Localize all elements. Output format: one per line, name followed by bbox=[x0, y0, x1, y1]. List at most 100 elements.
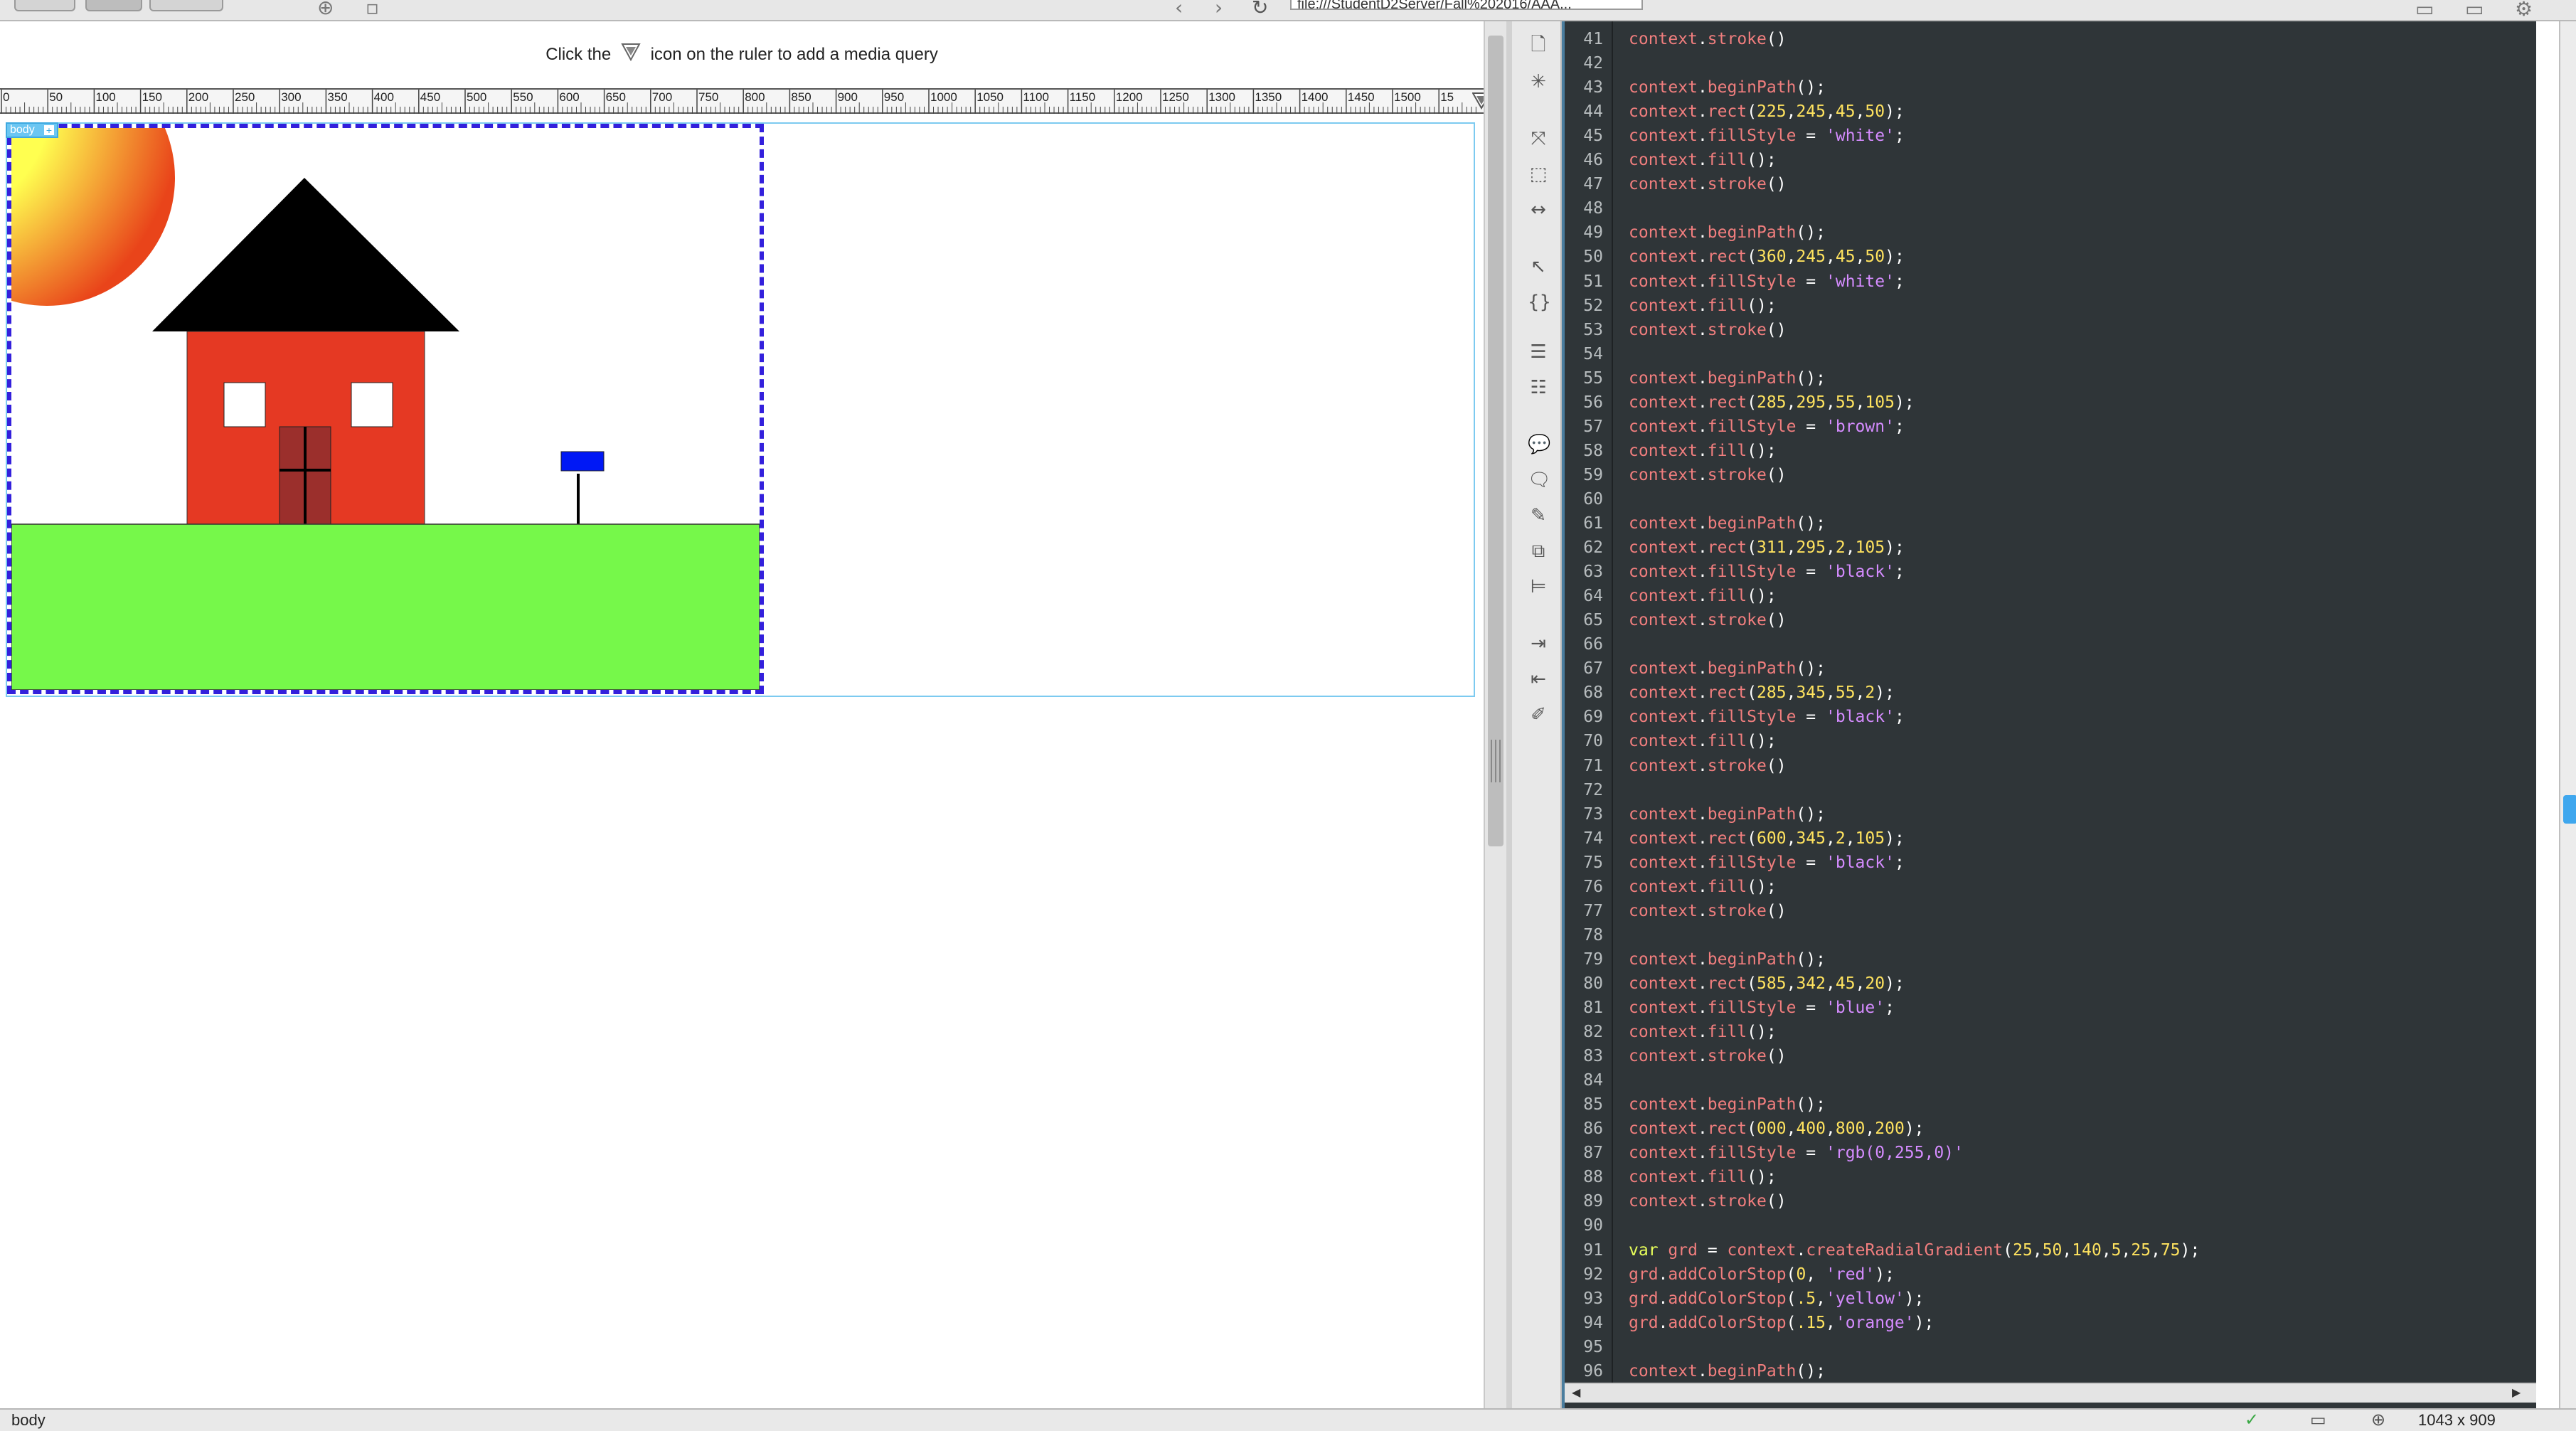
code-line[interactable]: var grd = context.createRadialGradient(2… bbox=[1629, 1241, 2200, 1260]
split-view-button[interactable] bbox=[85, 0, 142, 11]
panel-icon[interactable]: ▭ bbox=[2415, 0, 2434, 21]
inspect-icon[interactable]: ▫ bbox=[366, 0, 379, 19]
open-documents-icon[interactable]: 🗋 bbox=[1528, 34, 1549, 55]
line-number: 77 bbox=[1583, 901, 1603, 920]
code-line[interactable]: context.fillStyle = 'black'; bbox=[1629, 853, 1905, 872]
code-line[interactable]: context.fill(); bbox=[1629, 1023, 1777, 1041]
preview-globe-icon[interactable]: ⊕ bbox=[2371, 1410, 2385, 1430]
editor-horizontal-scrollbar[interactable]: ◀ ▶ bbox=[1565, 1383, 2536, 1403]
code-line[interactable]: context.fill(); bbox=[1629, 1168, 1777, 1186]
code-line[interactable]: context.fillStyle = 'black'; bbox=[1629, 708, 1905, 726]
scroll-right-arrow-icon[interactable]: ▶ bbox=[2512, 1385, 2521, 1399]
code-line[interactable]: context.stroke() bbox=[1629, 757, 1787, 775]
code-line[interactable]: context.fill(); bbox=[1629, 297, 1777, 315]
view-splitter[interactable] bbox=[1506, 21, 1512, 1408]
code-line[interactable]: grd.addColorStop(.5,'yellow'); bbox=[1629, 1289, 1925, 1308]
code-line[interactable]: context.rect(585,342,45,20); bbox=[1629, 974, 1905, 993]
code-line[interactable]: context.stroke() bbox=[1629, 902, 1787, 920]
window-size-readout[interactable]: 1043 x 909 bbox=[2418, 1411, 2496, 1430]
media-query-icon[interactable] bbox=[620, 41, 642, 63]
code-line[interactable]: context.stroke() bbox=[1629, 175, 1787, 193]
back-arrow-icon[interactable]: ‹ bbox=[1175, 0, 1183, 19]
code-line[interactable]: context.rect(225,245,45,50); bbox=[1629, 102, 1905, 121]
design-scroll-thumb[interactable] bbox=[1488, 36, 1503, 846]
wrap-tag-icon[interactable]: ✎ bbox=[1528, 505, 1549, 526]
move-css-icon[interactable]: ⊨ bbox=[1528, 576, 1549, 597]
code-line[interactable]: context.fillStyle = 'black'; bbox=[1629, 563, 1905, 581]
outdent-icon[interactable]: ⇤ bbox=[1528, 669, 1549, 690]
scroll-left-arrow-icon[interactable]: ◀ bbox=[1572, 1385, 1580, 1399]
ruler-label: 15 bbox=[1440, 90, 1454, 104]
code-line[interactable]: context.stroke() bbox=[1629, 611, 1787, 629]
code-line[interactable]: context.beginPath(); bbox=[1629, 369, 1826, 388]
design-vertical-scrollbar[interactable] bbox=[1484, 21, 1506, 1408]
code-line[interactable]: context.rect(311,295,2,105); bbox=[1629, 538, 1905, 557]
code-editor[interactable]: 41 42 43 44 45 46 47 48 49 50 51 52 53 54 55 56 57 58 59 60… bbox=[1562, 21, 2536, 1408]
balance-braces-icon[interactable]: ↔ bbox=[1528, 199, 1549, 220]
code-line[interactable]: context.stroke() bbox=[1629, 1047, 1787, 1065]
body-element-tag[interactable]: body + bbox=[6, 122, 58, 138]
forward-arrow-icon[interactable]: › bbox=[1215, 0, 1223, 19]
code-line[interactable]: context.fill(); bbox=[1629, 151, 1777, 169]
code-line[interactable]: context.stroke() bbox=[1629, 1192, 1787, 1211]
code-line[interactable]: context.fill(); bbox=[1629, 878, 1777, 896]
add-element-plus-icon[interactable]: + bbox=[44, 125, 54, 135]
design-view-button[interactable] bbox=[14, 0, 75, 11]
code-line[interactable]: context.rect(000,400,800,200); bbox=[1629, 1119, 1925, 1138]
code-line[interactable]: context.fillStyle = 'white'; bbox=[1629, 127, 1905, 145]
code-line[interactable]: grd.addColorStop(.15,'orange'); bbox=[1629, 1314, 1934, 1332]
code-line[interactable]: context.rect(600,345,2,105); bbox=[1629, 829, 1905, 848]
code-line[interactable]: context.fill(); bbox=[1629, 732, 1777, 750]
word-wrap-icon[interactable]: ☷ bbox=[1528, 377, 1549, 398]
indent-icon[interactable]: ⇥ bbox=[1528, 633, 1549, 654]
line-number: 84 bbox=[1583, 1071, 1603, 1090]
code-line[interactable]: grd.addColorStop(0, 'red'); bbox=[1629, 1265, 1895, 1284]
code-view-button[interactable] bbox=[149, 0, 223, 11]
line-number: 65 bbox=[1583, 611, 1603, 630]
code-line[interactable]: context.beginPath(); bbox=[1629, 950, 1826, 969]
code-line[interactable]: context.fillStyle = 'rgb(0,255,0)' bbox=[1629, 1144, 1964, 1162]
line-numbers-icon[interactable]: ☰ bbox=[1528, 341, 1549, 363]
refresh-icon[interactable]: ↻ bbox=[1252, 0, 1268, 19]
code-line[interactable]: context.beginPath(); bbox=[1629, 1095, 1826, 1114]
code-line[interactable]: context.stroke() bbox=[1629, 30, 1787, 48]
formatting-icon[interactable]: ✳ bbox=[1528, 71, 1549, 92]
code-line[interactable]: context.fill(); bbox=[1629, 587, 1777, 605]
code-line[interactable]: context.beginPath(); bbox=[1629, 1362, 1826, 1381]
code-line[interactable]: context.beginPath(); bbox=[1629, 659, 1826, 678]
code-line[interactable]: context.rect(285,345,55,2); bbox=[1629, 683, 1895, 702]
code-line[interactable]: context.stroke() bbox=[1629, 321, 1787, 339]
format-source-icon[interactable]: ✐ bbox=[1528, 704, 1549, 725]
collapse-icon[interactable]: ↖ bbox=[1528, 256, 1549, 277]
settings-icon[interactable]: ⚙ bbox=[2515, 0, 2533, 21]
code-line[interactable]: context.beginPath(); bbox=[1629, 514, 1826, 533]
preview-globe-icon[interactable]: ⊕ bbox=[317, 0, 334, 19]
code-line[interactable]: context.fillStyle = 'white'; bbox=[1629, 272, 1905, 291]
panel-icon[interactable]: ▭ bbox=[2465, 0, 2484, 21]
select-parent-tag-icon[interactable]: ⬚ bbox=[1528, 164, 1549, 185]
remove-comment-icon[interactable]: 🗨 bbox=[1528, 469, 1551, 491]
code-line[interactable]: context.beginPath(); bbox=[1629, 78, 1826, 97]
address-field[interactable]: file:///StudentD2Server/Fall%202016/AAA.… bbox=[1290, 0, 1643, 10]
code-line[interactable]: context.fillStyle = 'brown'; bbox=[1629, 417, 1905, 436]
line-number: 47 bbox=[1583, 175, 1603, 194]
sign-post bbox=[577, 474, 580, 525]
panel-dock-tab[interactable] bbox=[2563, 795, 2576, 824]
media-query-ruler[interactable]: 0 50 100 150 200 250 300 350 400 450 500 550 600 650 7… bbox=[0, 88, 1484, 114]
code-line[interactable]: context.stroke() bbox=[1629, 466, 1787, 484]
apply-comment-icon[interactable]: 💬 bbox=[1528, 434, 1550, 455]
line-number: 51 bbox=[1583, 272, 1603, 291]
code-line[interactable]: context.fill(); bbox=[1629, 442, 1777, 460]
recent-snippets-icon[interactable]: ⧉ bbox=[1528, 541, 1549, 562]
braces-icon[interactable]: {} bbox=[1528, 292, 1551, 313]
window-size-icon[interactable]: ▭ bbox=[2310, 1410, 2326, 1430]
code-line[interactable]: context.rect(285,295,55,105); bbox=[1629, 393, 1915, 412]
expand-all-icon[interactable]: ⤧ bbox=[1528, 128, 1549, 149]
code-line[interactable]: context.rect(360,245,45,50); bbox=[1629, 248, 1905, 266]
code-line[interactable]: context.beginPath(); bbox=[1629, 805, 1826, 824]
tag-selector[interactable]: body bbox=[11, 1411, 46, 1430]
code-line[interactable]: context.fillStyle = 'blue'; bbox=[1629, 999, 1895, 1017]
code-line[interactable]: context.beginPath(); bbox=[1629, 223, 1826, 242]
no-errors-check-icon[interactable]: ✓ bbox=[2245, 1410, 2259, 1430]
canvas-element[interactable] bbox=[7, 124, 764, 694]
